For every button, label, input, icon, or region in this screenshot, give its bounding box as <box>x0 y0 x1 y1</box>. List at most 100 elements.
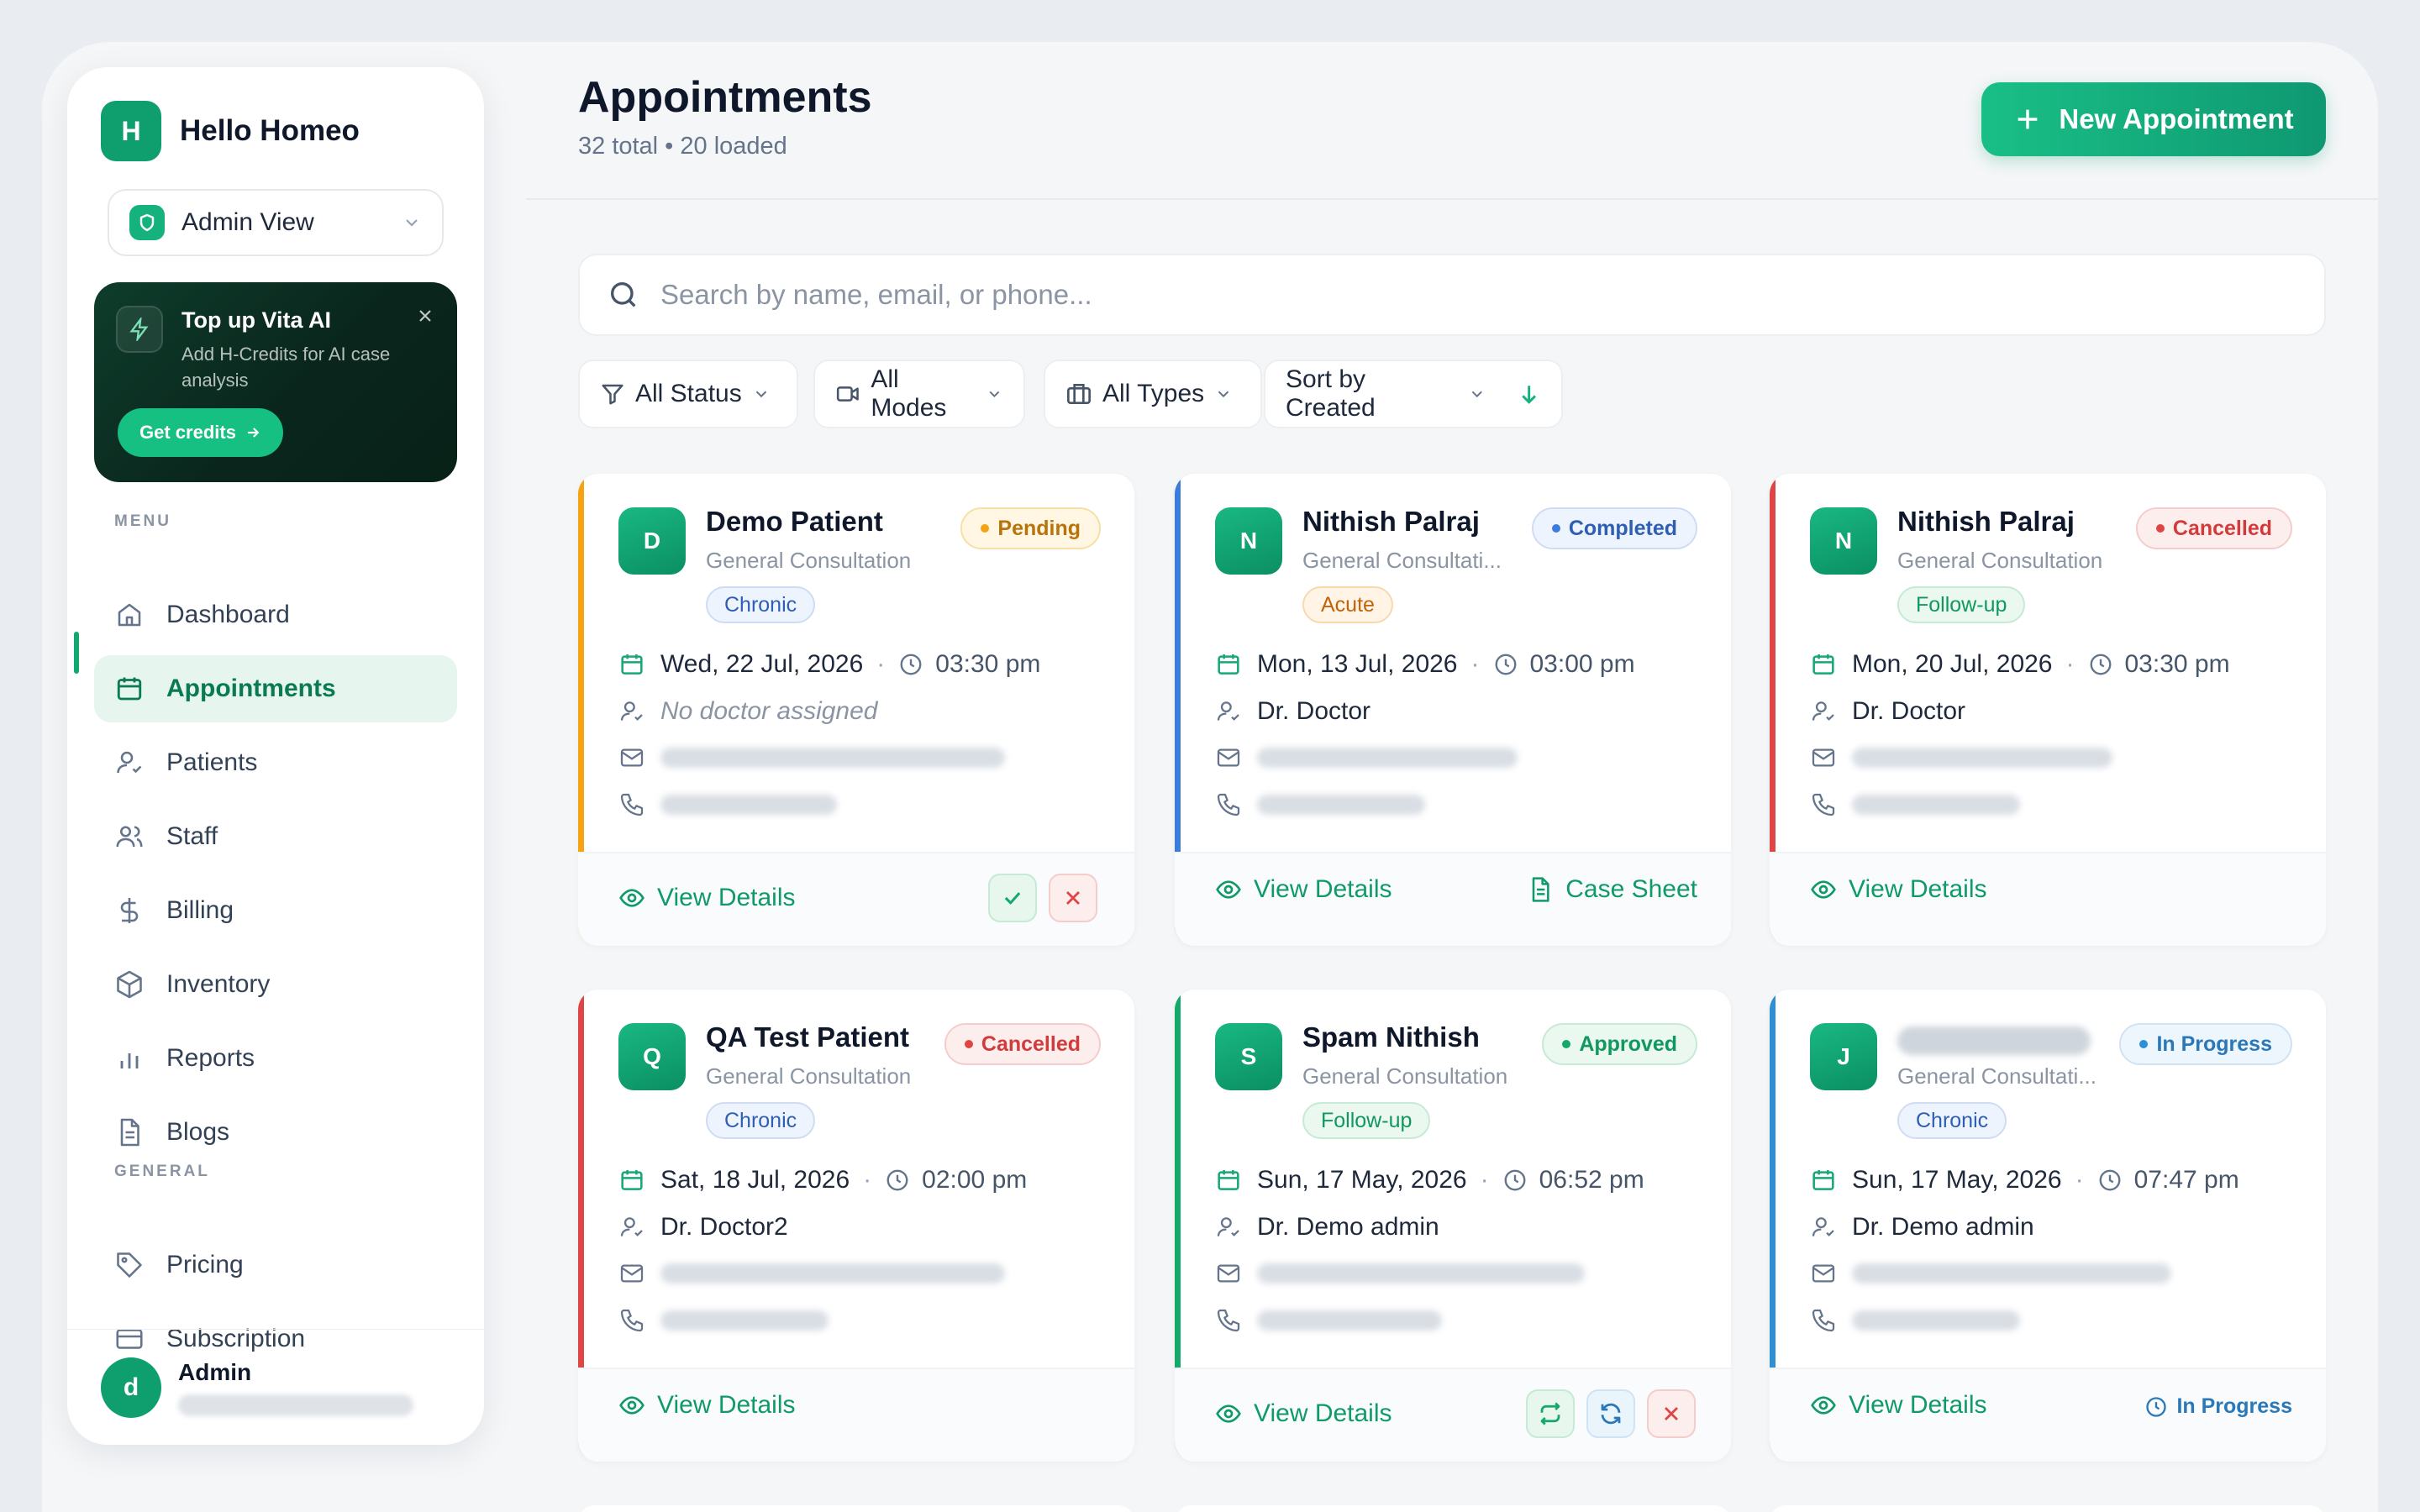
view-details-label: View Details <box>1254 1399 1392 1427</box>
tag-icon <box>117 1252 142 1278</box>
email-row <box>618 744 1005 771</box>
appointment-date: Sun, 17 May, 2026 <box>1257 1166 1467 1194</box>
modes-filter-label: All Modes <box>871 365 947 422</box>
approve-button[interactable] <box>988 874 1037 922</box>
sidebar-item-pricing[interactable]: Pricing <box>94 1231 457 1299</box>
sort-filter[interactable]: Sort by Created <box>1264 360 1563 428</box>
status-label: Cancelled <box>981 1032 1081 1056</box>
sidebar-item-blogs[interactable]: Blogs <box>94 1099 457 1166</box>
sidebar-item-appointments[interactable]: Appointments <box>94 655 457 722</box>
service-name: General Consultation <box>1897 548 2103 573</box>
users-icon <box>116 826 143 848</box>
types-filter[interactable]: All Types <box>1044 360 1262 428</box>
clock-icon <box>1504 1169 1526 1191</box>
appointment-time: 03:30 pm <box>2124 650 2230 678</box>
phone-icon <box>620 793 644 816</box>
home-icon <box>118 603 141 627</box>
sidebar-item-inventory[interactable]: Inventory <box>94 951 457 1018</box>
modes-filter[interactable]: All Modes <box>813 360 1025 428</box>
appointment-datetime: Sun, 17 May, 2026 · 06:52 pm <box>1215 1166 1644 1194</box>
brand[interactable]: H Hello Homeo <box>101 101 360 161</box>
patient-name: Demo Patient <box>706 506 883 537</box>
arrow-down-icon[interactable] <box>1517 381 1541 407</box>
email-redacted <box>660 1263 1005 1284</box>
phone-redacted <box>1257 1310 1442 1331</box>
sidebar-item-patients[interactable]: Patients <box>94 729 457 796</box>
close-icon[interactable] <box>415 306 435 326</box>
view-details-link[interactable]: View Details <box>1810 875 1987 904</box>
user-check-icon <box>117 751 142 774</box>
patient-avatar: D <box>618 507 686 575</box>
appointment-card[interactable]: N Nithish Palraj Cancelled General Consu… <box>1770 474 2326 946</box>
search-input[interactable] <box>660 279 2173 311</box>
chevron-down-icon <box>402 213 422 233</box>
email-row <box>1215 744 1518 771</box>
phone-redacted <box>1852 1310 2020 1331</box>
doctor-row: Dr. Doctor <box>1810 697 1965 726</box>
view-details-link[interactable]: View Details <box>1215 1399 1392 1428</box>
sidebar-item-staff[interactable]: Staff <box>94 803 457 870</box>
page-title: Appointments <box>578 73 872 122</box>
view-details-link[interactable]: View Details <box>618 1391 796 1420</box>
appointment-time: 06:52 pm <box>1539 1166 1644 1194</box>
in-progress-label: In Progress <box>2176 1394 2292 1418</box>
user-name: Admin <box>178 1359 252 1385</box>
status-filter[interactable]: All Status <box>578 360 798 428</box>
sidebar-item-label: Patients <box>166 748 258 776</box>
mail-icon <box>1812 748 1835 767</box>
sidebar-item-dashboard[interactable]: Dashboard <box>94 581 457 648</box>
menu-heading: MENU <box>114 512 171 530</box>
next-card-peek <box>1770 1505 2326 1512</box>
view-select[interactable]: Admin View <box>108 189 444 256</box>
calendar-icon <box>1812 654 1834 675</box>
sidebar-item-label: Staff <box>166 822 218 850</box>
view-details-label: View Details <box>657 884 796 911</box>
close-icon <box>1665 1407 1678 1420</box>
appointment-date: Sat, 18 Jul, 2026 <box>660 1166 850 1194</box>
brand-logo: H <box>101 101 161 161</box>
card-divider <box>1770 852 2326 853</box>
view-details-link[interactable]: View Details <box>1810 1391 1987 1420</box>
appointment-card[interactable]: N Nithish Palraj Completed General Consu… <box>1175 474 1731 946</box>
appointment-card[interactable]: Q QA Test Patient Cancelled General Cons… <box>578 990 1134 1462</box>
reject-button[interactable] <box>1049 874 1097 922</box>
chevron-down-icon <box>755 391 766 398</box>
service-name: General Consultati... <box>1897 1063 2097 1089</box>
case-type-badge: Chronic <box>706 1102 816 1139</box>
promo-title: Top up Vita AI <box>182 307 331 333</box>
doctor-name: Dr. Demo admin <box>1257 1213 1439 1241</box>
sidebar-item-reports[interactable]: Reports <box>94 1025 457 1092</box>
doctor-row: Dr. Demo admin <box>1215 1213 1439 1242</box>
appointment-card[interactable]: S Spam Nithish Approved General Consulta… <box>1175 990 1731 1462</box>
case-sheet-link[interactable]: Case Sheet <box>1527 875 1697 904</box>
repeat-icon <box>1540 1402 1560 1425</box>
separator: · <box>2075 1166 2084 1194</box>
refresh-button[interactable] <box>1586 1389 1635 1438</box>
chevron-down-icon <box>1471 391 1483 398</box>
patient-avatar: Q <box>618 1023 686 1090</box>
patient-name: Nithish Palraj <box>1897 506 2075 537</box>
sidebar: H Hello Homeo Admin View Top up Vita AI … <box>67 67 484 1445</box>
get-credits-button[interactable]: Get credits <box>118 408 283 457</box>
appointment-card[interactable]: D Demo Patient Pending General Consultat… <box>578 474 1134 946</box>
new-appointment-button[interactable]: New Appointment <box>1981 82 2326 156</box>
doctor-row: Dr. Doctor2 <box>618 1213 788 1242</box>
card-footer: View Details <box>578 852 1134 946</box>
patient-avatar: J <box>1810 1023 1877 1090</box>
types-filter-label: All Types <box>1102 380 1205 407</box>
appointment-card[interactable]: J In Progress General Consultati... Chro… <box>1770 990 2326 1462</box>
reschedule-button[interactable] <box>1526 1389 1575 1438</box>
sidebar-item-billing[interactable]: Billing <box>94 877 457 944</box>
phone-icon <box>620 1309 644 1332</box>
avatar[interactable]: d <box>101 1357 161 1418</box>
plus-icon <box>2018 109 2038 129</box>
close-icon <box>1066 891 1080 905</box>
separator: · <box>863 1166 872 1194</box>
view-details-label: View Details <box>657 1391 796 1419</box>
view-details-link[interactable]: View Details <box>618 884 796 912</box>
user-check-icon <box>1217 701 1239 721</box>
view-details-link[interactable]: View Details <box>1215 875 1392 904</box>
doctor-name: No doctor assigned <box>660 697 878 725</box>
clock-icon <box>2090 654 2111 675</box>
cancel-button[interactable] <box>1647 1389 1696 1438</box>
